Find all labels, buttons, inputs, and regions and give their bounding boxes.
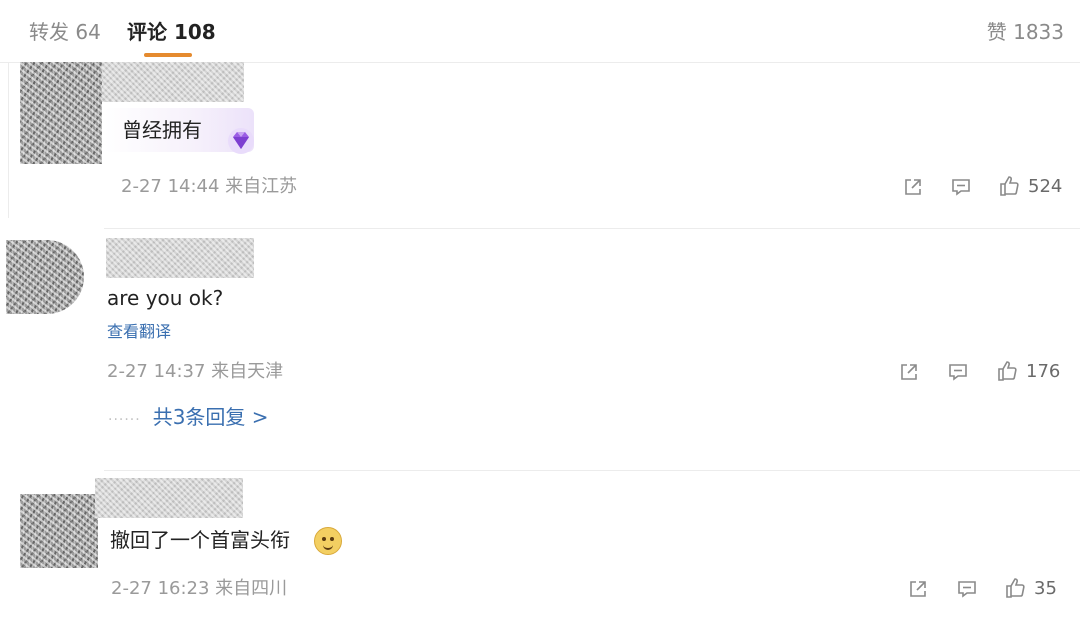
username-redacted[interactable] bbox=[95, 478, 243, 518]
thread-line bbox=[8, 62, 9, 218]
like-count: 35 bbox=[1034, 578, 1057, 599]
translate-link[interactable]: 查看翻译 bbox=[107, 321, 171, 343]
like-count: 176 bbox=[1026, 361, 1061, 382]
share-icon[interactable] bbox=[898, 361, 920, 383]
tab-reposts[interactable]: 转发 64 bbox=[29, 18, 101, 46]
avatar[interactable] bbox=[6, 240, 84, 314]
tab-likes[interactable]: 赞 1833 bbox=[987, 18, 1064, 46]
thumbs-up-icon[interactable] bbox=[996, 360, 1018, 382]
divider bbox=[104, 470, 1080, 471]
avatar[interactable] bbox=[20, 62, 102, 164]
username-redacted[interactable] bbox=[106, 238, 254, 278]
replies-label: 共3条回复 > bbox=[152, 405, 269, 429]
view-replies-link[interactable]: ······ 共3条回复 > bbox=[108, 403, 269, 434]
comment-meta: 2-27 14:37 来自天津 bbox=[107, 361, 284, 382]
thumbs-up-icon[interactable] bbox=[1004, 577, 1026, 599]
username-redacted[interactable] bbox=[102, 62, 244, 102]
reply-icon[interactable] bbox=[947, 361, 969, 383]
reply-icon[interactable] bbox=[956, 578, 978, 600]
like-count: 524 bbox=[1028, 176, 1063, 197]
share-icon[interactable] bbox=[907, 578, 929, 600]
divider bbox=[104, 228, 1080, 229]
comment-meta: 2-27 14:44 来自江苏 bbox=[121, 176, 298, 197]
doge-emoji-icon bbox=[314, 527, 342, 555]
tab-comments[interactable]: 评论 108 bbox=[127, 18, 216, 46]
comment-text: are you ok? bbox=[107, 286, 224, 310]
share-icon[interactable] bbox=[902, 176, 924, 198]
thumbs-up-icon[interactable] bbox=[998, 175, 1020, 197]
ellipsis-decoration: ······ bbox=[108, 412, 141, 428]
comment-tabs: 转发 64 评论 108 赞 1833 bbox=[0, 0, 1080, 63]
comment-meta: 2-27 16:23 来自四川 bbox=[111, 578, 288, 599]
reply-icon[interactable] bbox=[950, 176, 972, 198]
gem-icon bbox=[224, 126, 258, 156]
comment-text: 撤回了一个首富头衔 bbox=[110, 528, 290, 552]
comment-text: 曾经拥有 bbox=[122, 118, 202, 142]
active-tab-indicator bbox=[144, 53, 192, 57]
avatar[interactable] bbox=[20, 494, 98, 568]
